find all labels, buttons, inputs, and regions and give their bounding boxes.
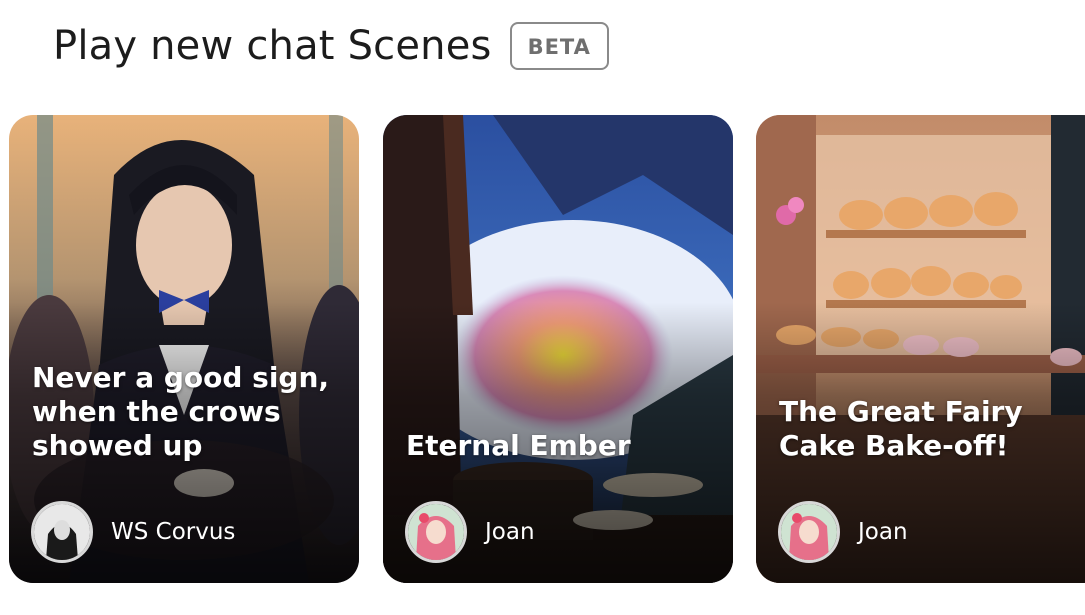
author-name: Joan xyxy=(485,519,535,545)
scene-title: The Great Fairy Cake Bake-off! xyxy=(779,395,1023,462)
avatar-image xyxy=(408,504,464,560)
author-avatar xyxy=(778,501,840,563)
author-name: Joan xyxy=(858,519,908,545)
scene-author[interactable]: Joan xyxy=(405,501,535,563)
scene-author[interactable]: Joan xyxy=(778,501,908,563)
beta-badge: BETA xyxy=(509,22,609,70)
scene-card-crows[interactable]: Never a good sign, when the crows showed… xyxy=(9,115,359,583)
scene-title: Never a good sign, when the crows showed… xyxy=(32,361,330,462)
section-header: Play new chat Scenes BETA xyxy=(53,22,609,70)
scene-author[interactable]: WS Corvus xyxy=(31,501,235,563)
scene-title: Eternal Ember xyxy=(406,429,631,462)
author-name: WS Corvus xyxy=(111,519,236,545)
section-title: Play new chat Scenes xyxy=(53,23,492,69)
author-avatar xyxy=(31,501,93,563)
author-avatar xyxy=(405,501,467,563)
avatar-image xyxy=(781,504,837,560)
scene-card-eternal-ember[interactable]: Eternal Ember Joan xyxy=(383,115,733,583)
avatar-image xyxy=(34,504,90,560)
scene-carousel[interactable]: Never a good sign, when the crows showed… xyxy=(9,115,1085,585)
scene-card-fairy-cake[interactable]: The Great Fairy Cake Bake-off! Joan xyxy=(756,115,1085,583)
